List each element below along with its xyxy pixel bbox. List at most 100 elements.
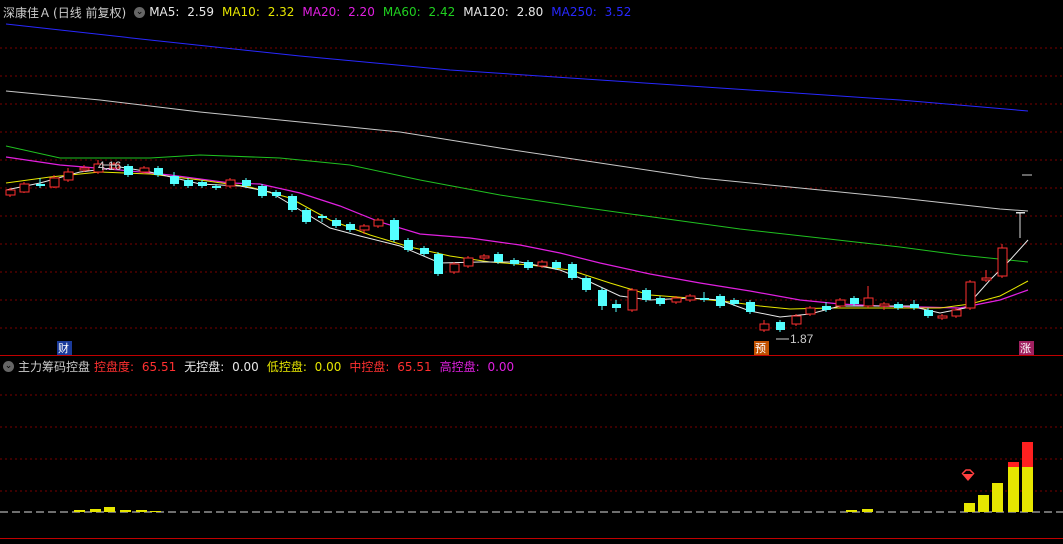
candle [582, 276, 591, 292]
price-chart[interactable]: 4.16 1.87 财 预 涨 [0, 0, 1063, 544]
svg-text:预: 预 [755, 342, 766, 355]
candle [346, 222, 355, 232]
badge-zhang[interactable]: 涨 [1019, 341, 1034, 355]
badge-cai[interactable]: 财 [57, 341, 72, 355]
grid-lines [0, 47, 1063, 492]
candle [746, 300, 755, 314]
svg-text:财: 财 [58, 341, 69, 355]
candle [598, 288, 607, 310]
candle [894, 302, 903, 310]
candle [36, 178, 45, 188]
ma20-line [5, 156, 1029, 309]
candle [390, 218, 399, 242]
candle [1016, 212, 1025, 238]
candle [805, 306, 816, 316]
candle [510, 258, 519, 266]
control-bar [120, 510, 131, 512]
candle [302, 208, 311, 224]
candle [627, 288, 638, 312]
candle [19, 182, 30, 193]
candle [791, 314, 802, 326]
ma20-legend: MA20: 2.20 [302, 5, 375, 19]
ma120-legend: MA120: 2.80 [463, 5, 544, 19]
control-degree: 控盘度: 65.51 [94, 359, 177, 374]
control-bars [74, 442, 1033, 512]
control-bar-red [1022, 442, 1033, 467]
control-bar-red [1008, 462, 1019, 467]
candle [404, 238, 413, 252]
candle [449, 262, 460, 274]
ma60-legend: MA60: 2.42 [382, 5, 456, 19]
candle [612, 300, 621, 312]
ma5-line [5, 166, 1029, 318]
high-control: 高控盘: 0.00 [439, 359, 515, 374]
candle [258, 184, 267, 198]
candle [951, 308, 962, 318]
candle [434, 252, 443, 276]
candle [479, 254, 490, 260]
ma250-line [5, 23, 1029, 112]
candle [318, 214, 327, 222]
ma10-line [5, 171, 1029, 310]
candle [124, 164, 133, 177]
control-bar [150, 511, 161, 512]
candle [568, 262, 577, 280]
low-label: 1.87 [790, 332, 814, 346]
no-control: 无控盘: 0.00 [184, 359, 259, 374]
ma120-line [5, 90, 1029, 212]
candle [997, 244, 1008, 278]
indicator-name[interactable]: 主力筹码控盘 [18, 358, 90, 375]
low-control: 低控盘: 0.00 [266, 359, 342, 374]
candle [225, 178, 236, 188]
candle [937, 314, 948, 320]
candlesticks [5, 160, 1025, 332]
candle [776, 320, 785, 332]
control-bar [136, 510, 147, 512]
control-bar [104, 507, 115, 512]
candle [685, 294, 696, 302]
candle [332, 218, 341, 228]
chevron-down-icon[interactable]: ⌄ [134, 6, 146, 18]
stock-name[interactable]: 深康佳Ａ [3, 4, 51, 21]
ma10-legend: MA10: 2.32 [221, 5, 295, 19]
candle [524, 260, 533, 270]
candle [716, 294, 725, 308]
control-bar [1008, 462, 1019, 512]
badge-yu[interactable]: 预 [754, 341, 769, 355]
ma5-legend: MA5: 2.59 [149, 5, 214, 19]
candle [656, 296, 665, 306]
candle [63, 168, 74, 182]
control-bar [862, 509, 873, 512]
control-bar [846, 510, 857, 512]
control-bar [90, 509, 101, 512]
ma250-legend: MA250: 3.52 [551, 5, 632, 19]
candle [288, 194, 297, 212]
control-bar [978, 495, 989, 512]
candle [730, 298, 739, 306]
svg-text:涨: 涨 [1020, 342, 1031, 355]
period-label[interactable]: (日线 前复权) [53, 4, 126, 21]
candle [965, 280, 976, 310]
candle [373, 218, 384, 228]
low-annotation: 1.87 [776, 332, 814, 346]
diamond-icon [961, 469, 975, 481]
high-annotation: 4.16 [98, 159, 122, 173]
candle [835, 298, 846, 308]
candle [863, 286, 874, 308]
chart-legend: 深康佳Ａ (日线 前复权) ⌄ MA5: 2.59 MA10: 2.32 MA2… [0, 1, 639, 23]
candle [981, 270, 992, 282]
candle [170, 172, 179, 186]
control-bar [964, 503, 975, 512]
candle [463, 256, 474, 268]
high-label: 4.16 [98, 159, 122, 173]
candle [272, 190, 281, 198]
control-bar [992, 483, 1003, 512]
candle [359, 224, 370, 234]
indicator-legend: ⌄ 主力筹码控盘 控盘度: 65.51 无控盘: 0.00 低控盘: 0.00 … [0, 355, 522, 377]
candle [642, 288, 651, 302]
candle [420, 246, 429, 256]
settings-icon[interactable]: ⌄ [3, 360, 14, 372]
mid-control: 中控盘: 65.51 [349, 359, 432, 374]
control-bar [74, 510, 85, 512]
candle [759, 320, 770, 332]
